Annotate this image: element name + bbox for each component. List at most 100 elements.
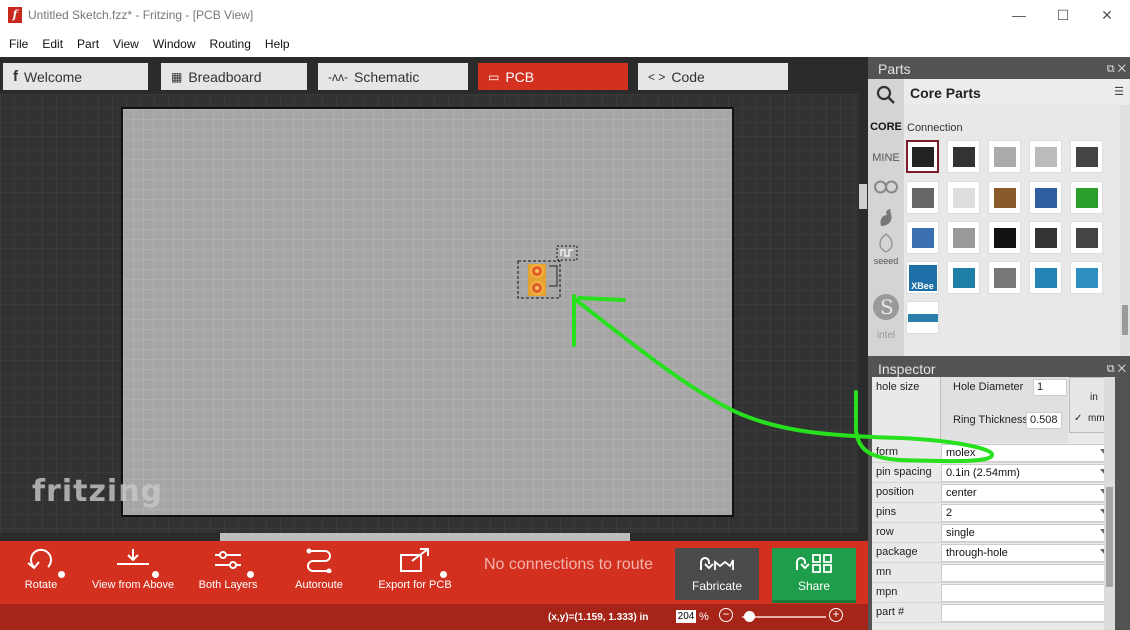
tab-welcome[interactable]: f Welcome — [3, 63, 148, 90]
pcb-icon: ▭ — [488, 69, 500, 84]
unit-in-option[interactable]: in — [1090, 392, 1098, 403]
inspector-float-close-icon[interactable]: ⧉ ✕ — [1107, 363, 1126, 376]
seeed-icon[interactable]: seeed — [868, 232, 904, 266]
minimize-button[interactable]: — — [996, 0, 1042, 30]
canvas-horizontal-scrollbar[interactable] — [0, 533, 858, 541]
property-dropdown[interactable]: through-hole — [941, 544, 1113, 562]
part-xbee[interactable]: XBee — [906, 261, 939, 294]
property-label: part # — [876, 606, 905, 618]
tab-schematic[interactable]: -ᴧᴧ- Schematic — [318, 63, 468, 90]
menu-help[interactable]: Help — [258, 37, 297, 51]
db9-connector-icon — [911, 227, 934, 248]
property-label: mn — [876, 566, 892, 578]
bin-menu-icon[interactable]: ☰ — [1114, 85, 1124, 98]
menu-file[interactable]: File — [2, 37, 35, 51]
intel-icon[interactable]: intel — [868, 330, 904, 341]
search-icon[interactable] — [876, 85, 896, 105]
property-text-field[interactable] — [941, 604, 1113, 622]
hole-size-label: hole size — [876, 381, 920, 393]
zoom-out-icon[interactable]: − — [719, 608, 733, 622]
molex-connector-part[interactable] — [515, 244, 585, 304]
xbee-icon: XBee — [908, 264, 937, 291]
part-molex-connector[interactable] — [988, 140, 1021, 173]
arduino-icon[interactable] — [873, 179, 899, 195]
parts-panel-float-close-icon[interactable]: ⧉ ✕ — [1107, 63, 1126, 76]
tab-code[interactable]: < > Code — [638, 63, 788, 90]
part-white-connector[interactable] — [947, 181, 980, 214]
part-shield-board[interactable] — [1029, 261, 1062, 294]
tool-label: Export for PCB — [378, 579, 452, 591]
pcb-canvas[interactable]: fritzing — [0, 94, 868, 541]
property-text-field[interactable] — [941, 584, 1113, 602]
parts-bin-scrollbar[interactable] — [1120, 105, 1130, 356]
fabricate-button[interactable]: Fabricate — [675, 548, 759, 603]
both-layers-button[interactable]: Both Layers — [183, 547, 273, 591]
zoom-in-icon[interactable]: + — [829, 608, 843, 622]
unit-mm-option[interactable]: mm — [1088, 413, 1105, 424]
tab-breadboard[interactable]: ▦ Breadboard — [161, 63, 307, 90]
maximize-button[interactable]: ☐ — [1040, 0, 1086, 30]
pcb-board[interactable] — [121, 107, 734, 517]
property-dropdown[interactable]: 0.1in (2.54mm) — [941, 464, 1113, 482]
autoroute-button[interactable]: Autoroute — [274, 547, 364, 591]
green-terminal-icon — [1075, 187, 1098, 208]
part-usb-b-connector[interactable] — [1029, 221, 1062, 254]
property-dropdown[interactable]: 2 — [941, 504, 1113, 522]
property-dropdown[interactable]: center — [941, 484, 1113, 502]
part-screw-terminal[interactable] — [906, 181, 939, 214]
layers-menu-arrow[interactable] — [247, 571, 254, 578]
ring-thickness-input[interactable]: 0.508 — [1026, 412, 1062, 429]
canvas-vertical-scrollbar[interactable] — [858, 94, 868, 541]
export-menu-arrow[interactable] — [440, 571, 447, 578]
inspector-scrollbar[interactable] — [1104, 377, 1115, 630]
part-arduino-board[interactable] — [947, 261, 980, 294]
part-audio-jack[interactable] — [1070, 221, 1103, 254]
part-jst-connector[interactable] — [1029, 140, 1062, 173]
part-green-terminal[interactable] — [1070, 181, 1103, 214]
zoom-input[interactable]: 204 — [676, 610, 696, 623]
property-label: pin spacing — [876, 466, 932, 478]
sparkfun-icon[interactable] — [877, 207, 895, 227]
fritzing-app-icon: f — [8, 7, 22, 23]
tool-label: View from Above — [91, 579, 175, 591]
property-dropdown[interactable]: single — [941, 524, 1113, 542]
part-ribbon-header[interactable] — [947, 140, 980, 173]
rotate-menu-arrow[interactable] — [58, 571, 65, 578]
property-dropdown[interactable]: molex — [941, 444, 1113, 462]
tab-pcb[interactable]: ▭ PCB — [478, 63, 628, 90]
rotate-button[interactable]: Rotate — [0, 547, 86, 591]
menu-window[interactable]: Window — [146, 37, 203, 51]
bin-tab-core[interactable]: CORE — [868, 121, 904, 133]
hole-diameter-label: Hole Diameter — [953, 381, 1024, 393]
part-breadboard-mini[interactable] — [1070, 261, 1103, 294]
part-db9-connector[interactable] — [906, 221, 939, 254]
bin-title: Core Parts — [910, 85, 981, 101]
part-barrel-connector[interactable] — [988, 181, 1021, 214]
snootlab-icon[interactable]: S — [871, 292, 901, 322]
pcb-toolbar: Rotate View from Above Both Layers Autor… — [0, 541, 868, 604]
part-blue-terminal[interactable] — [1029, 181, 1062, 214]
part-pin-strip[interactable] — [906, 301, 939, 334]
property-label: row — [876, 526, 894, 538]
view-from-above-button[interactable]: View from Above — [88, 547, 178, 591]
menu-edit[interactable]: Edit — [35, 37, 70, 51]
part-din-connector[interactable] — [988, 221, 1021, 254]
menu-part[interactable]: Part — [70, 37, 106, 51]
property-row-form: form molex — [872, 443, 1115, 463]
share-button[interactable]: Share — [772, 548, 856, 603]
part-usb-connector[interactable] — [947, 221, 980, 254]
export-for-pcb-button[interactable]: Export for PCB — [370, 547, 460, 591]
view-menu-arrow[interactable] — [152, 571, 159, 578]
property-text-field[interactable] — [941, 564, 1113, 582]
close-button[interactable]: ✕ — [1084, 0, 1130, 30]
property-row-row: row single — [872, 523, 1115, 543]
menu-view[interactable]: View — [106, 37, 146, 51]
part-power-jack[interactable] — [1070, 140, 1103, 173]
property-row-mn: mn — [872, 563, 1115, 583]
hole-diameter-input[interactable]: 1 — [1033, 379, 1067, 396]
menu-routing[interactable]: Routing — [203, 37, 258, 51]
zoom-slider-handle[interactable] — [744, 611, 755, 622]
part-black-header[interactable] — [906, 140, 939, 173]
bin-tab-mine[interactable]: MINE — [868, 152, 904, 164]
part-ftdi-board[interactable] — [988, 261, 1021, 294]
